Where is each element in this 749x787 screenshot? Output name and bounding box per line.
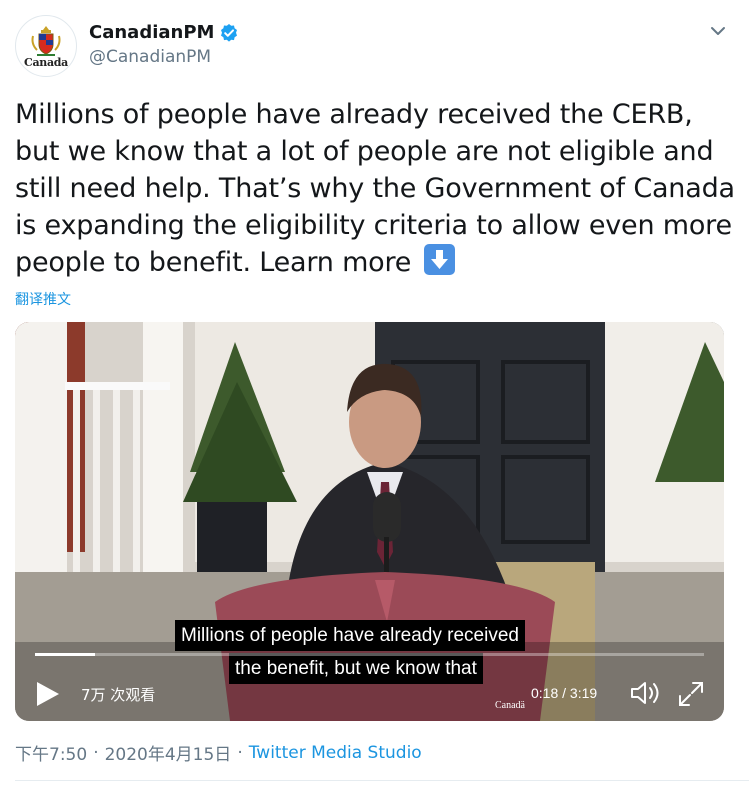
caption-line-1: Millions of people have already received: [175, 620, 525, 651]
video-watermark: Canadä: [495, 700, 526, 711]
play-icon[interactable]: [35, 680, 61, 708]
video-progress-fill: [35, 653, 96, 656]
fullscreen-icon[interactable]: [677, 680, 705, 708]
handle[interactable]: @CanadianPM: [89, 47, 211, 67]
tweet-text: Millions of people have already received…: [15, 96, 735, 281]
tweet-card: Canada CanadianPM @CanadianPM Millions o…: [0, 0, 749, 787]
tweet-body: Millions of people have already received…: [15, 99, 735, 278]
divider: [15, 780, 749, 781]
verified-badge-icon: [221, 23, 238, 42]
caption-line-2: the benefit, but we know that: [229, 653, 483, 684]
translate-tweet-link[interactable]: 翻译推文: [15, 289, 71, 309]
name-row: CanadianPM: [89, 22, 239, 43]
avatar[interactable]: Canada: [15, 15, 77, 77]
meta-separator: ·: [93, 742, 99, 763]
down-arrow-button-icon: [423, 244, 455, 275]
video-time: 0:18 / 3:19: [531, 685, 598, 701]
view-count: 7万 次观看: [81, 686, 156, 704]
tweet-time[interactable]: 下午7:50: [15, 740, 87, 765]
meta-separator: ·: [237, 742, 243, 763]
avatar-wordmark: Canada: [23, 55, 69, 69]
tweet-meta: 下午7:50 · 2020年4月15日 · Twitter Media Stud…: [15, 740, 422, 766]
tweet-date[interactable]: 2020年4月15日: [105, 740, 232, 765]
video-progress-bar[interactable]: [35, 653, 704, 656]
coat-of-arms-icon: [31, 25, 61, 56]
video-player[interactable]: Canadä Millions of people have already r…: [15, 322, 724, 721]
volume-icon[interactable]: [629, 679, 661, 707]
chevron-down-icon[interactable]: [709, 22, 727, 40]
tweet-source-link[interactable]: Twitter Media Studio: [249, 743, 422, 763]
display-name[interactable]: CanadianPM: [89, 22, 214, 43]
